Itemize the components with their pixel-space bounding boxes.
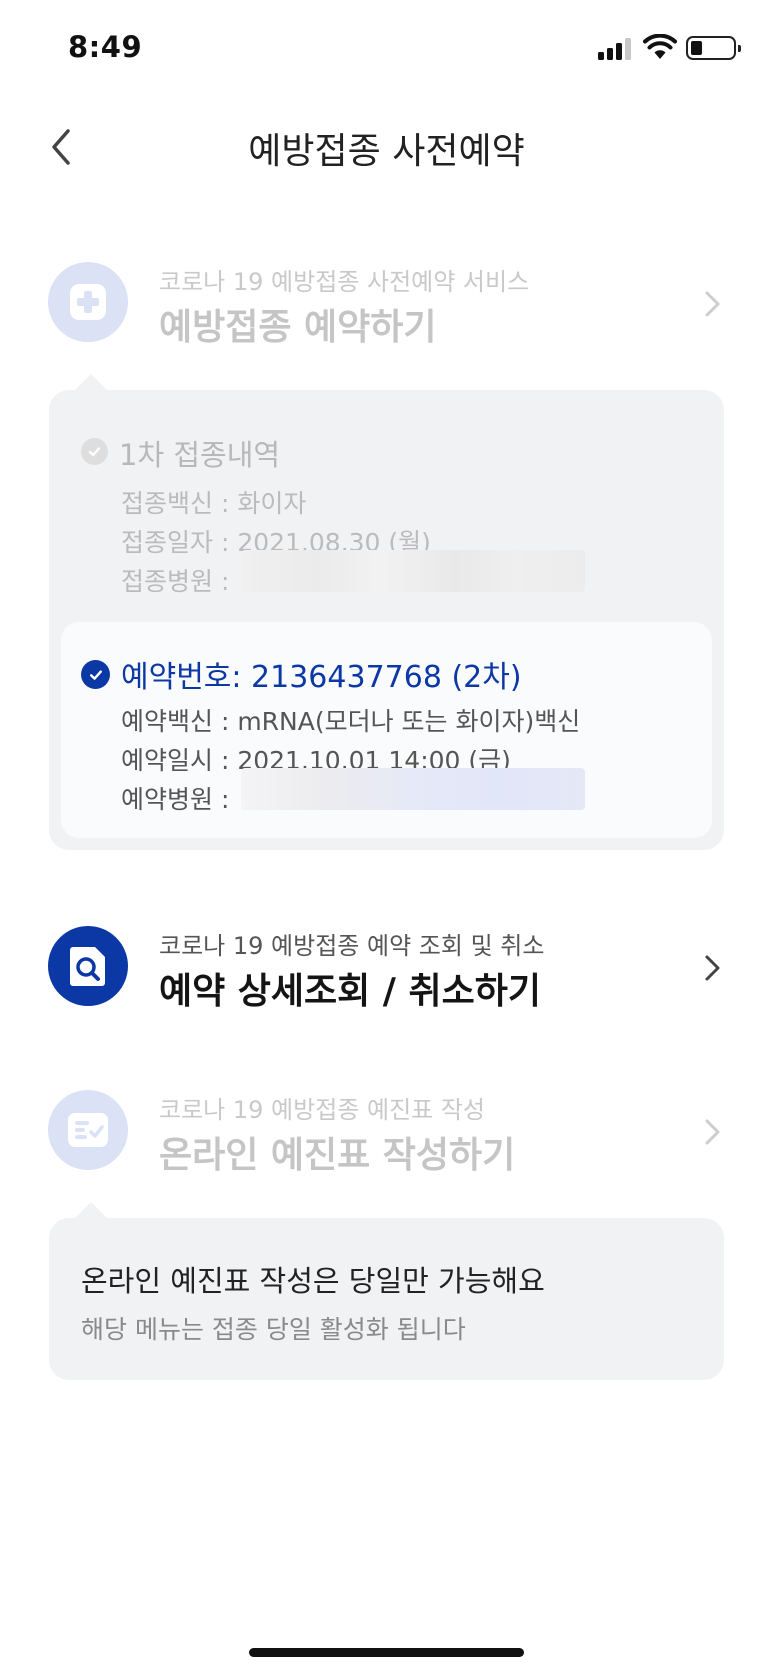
battery-icon [686, 36, 741, 60]
questionnaire-notice-panel: 온라인 예진표 작성은 당일만 가능해요 해당 메뉴는 접종 당일 활성화 됩니… [49, 1202, 724, 1380]
chevron-right-icon [705, 1119, 720, 1145]
reservation-menu-item[interactable]: 코로나 19 예방접종 사전예약 서비스 예방접종 예약하기 [48, 262, 725, 348]
questionnaire-menu-subtitle: 코로나 19 예방접종 예진표 작성 [159, 1096, 486, 1124]
first-dose-vaccine: 접종백신 : 화이자 [121, 489, 307, 518]
search-document-icon [48, 926, 128, 1006]
notice-title: 온라인 예진표 작성은 당일만 가능해요 [81, 1264, 545, 1298]
inquiry-menu-subtitle: 코로나 19 예방접종 예약 조회 및 취소 [159, 932, 545, 960]
booking-hospital-label: 예약병원 : [121, 785, 230, 814]
vaccination-info-panel: 1차 접종내역 접종백신 : 화이자 접종일자 : 2021.08.30 (월)… [49, 374, 724, 850]
cellular-signal-icon [598, 38, 634, 60]
first-dose-hospital-label: 접종병원 : [121, 567, 230, 596]
booking-vaccine: 예약백신 : mRNA(모더나 또는 화이자)백신 [121, 707, 581, 736]
reservation-menu-subtitle: 코로나 19 예방접종 사전예약 서비스 [159, 268, 530, 296]
check-circle-icon [81, 660, 110, 689]
redacted-hospital [241, 550, 585, 592]
notice-subtitle: 해당 메뉴는 접종 당일 활성화 됩니다 [81, 1315, 466, 1344]
chevron-right-icon [705, 955, 720, 981]
inquiry-menu-title: 예약 상세조회 / 취소하기 [159, 971, 541, 1012]
booking-number: 예약번호: 2136437768 (2차) [121, 660, 522, 695]
page-title: 예방접종 사전예약 [248, 131, 525, 172]
panel-pointer [75, 1202, 107, 1218]
inquiry-cancel-menu-item[interactable]: 코로나 19 예방접종 예약 조회 및 취소 예약 상세조회 / 취소하기 [48, 926, 725, 1012]
plus-square-icon [48, 262, 128, 342]
first-dose-title: 1차 접종내역 [119, 438, 281, 472]
wifi-icon [643, 34, 677, 59]
panel-pointer [75, 374, 107, 390]
home-indicator[interactable] [249, 1648, 524, 1657]
redacted-hospital [241, 768, 585, 810]
chevron-right-icon [705, 291, 720, 317]
check-circle-icon [81, 438, 108, 465]
questionnaire-menu-title: 온라인 예진표 작성하기 [159, 1135, 516, 1176]
status-time: 8:49 [68, 30, 143, 64]
online-questionnaire-menu-item[interactable]: 코로나 19 예방접종 예진표 작성 온라인 예진표 작성하기 [48, 1090, 725, 1176]
booking-card: 예약번호: 2136437768 (2차) 예약백신 : mRNA(모더나 또는… [61, 622, 712, 838]
checklist-icon [48, 1090, 128, 1170]
reservation-menu-title: 예방접종 예약하기 [159, 307, 437, 348]
